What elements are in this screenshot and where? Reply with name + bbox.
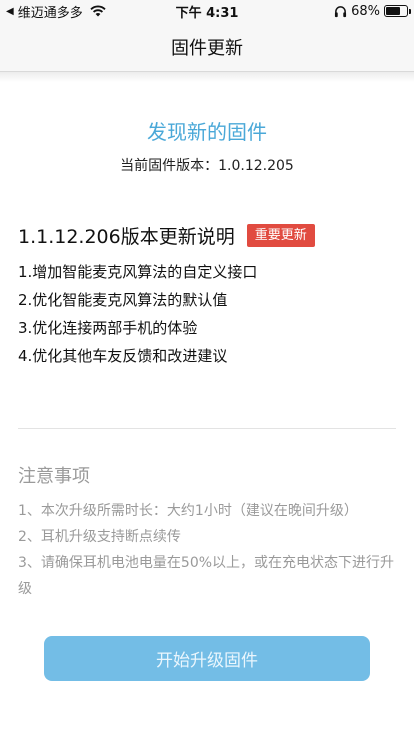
status-right: 68%: [258, 3, 411, 19]
found-firmware-title: 发现新的固件: [147, 120, 267, 144]
start-upgrade-button[interactable]: 开始升级固件: [44, 636, 370, 681]
list-item: 4.优化其他车友反馈和改进建议: [18, 347, 228, 365]
status-bar: ◀ 维迈通多多 下午 4:31 68%: [0, 0, 414, 22]
status-time: 下午 4:31: [175, 5, 239, 21]
battery-percent: 68%: [351, 3, 380, 19]
carrier-name: 维迈通多多: [17, 5, 83, 21]
update-header: 1.1.12.206版本更新说明 重要更新: [18, 222, 315, 248]
list-item: 2.优化智能麦克风算法的默认值: [18, 291, 228, 309]
important-update-badge: 重要更新: [246, 223, 315, 247]
list-item: 3.优化连接两部手机的体验: [18, 319, 198, 337]
notice-list: 1、本次升级所需时长：大约1小时（建议在晚间升级） 2、耳机升级支持断点续传 3…: [18, 498, 398, 602]
section-divider: [18, 428, 396, 429]
update-notes-title: 1.1.12.206版本更新说明: [18, 225, 235, 248]
list-item: 1、本次升级所需时长：大约1小时（建议在晚间升级）: [18, 503, 358, 519]
battery-fill: [386, 7, 400, 15]
headphone-icon: [335, 5, 347, 17]
list-item: 1.增加智能麦克风算法的自定义接口: [18, 263, 258, 281]
list-item: 2、耳机升级支持断点续传: [18, 529, 181, 545]
update-notes-list: 1.增加智能麦克风算法的自定义接口 2.优化智能麦克风算法的默认值 3.优化连接…: [18, 258, 257, 370]
current-version-text: 当前固件版本：1.0.12.205: [120, 158, 294, 174]
wifi-icon: [90, 5, 106, 17]
status-left: ◀ 维迈通多多: [6, 2, 156, 21]
battery-icon: [384, 5, 411, 17]
back-arrow-icon[interactable]: ◀: [6, 6, 14, 17]
list-item: 3、请确保耳机电池电量在50%以上，或在充电状态下进行升级: [18, 555, 395, 597]
nav-shadow: [0, 72, 414, 82]
notice-title: 注意事项: [18, 466, 90, 487]
page-title: 固件更新: [171, 37, 243, 59]
nav-bar: 固件更新: [0, 22, 414, 72]
